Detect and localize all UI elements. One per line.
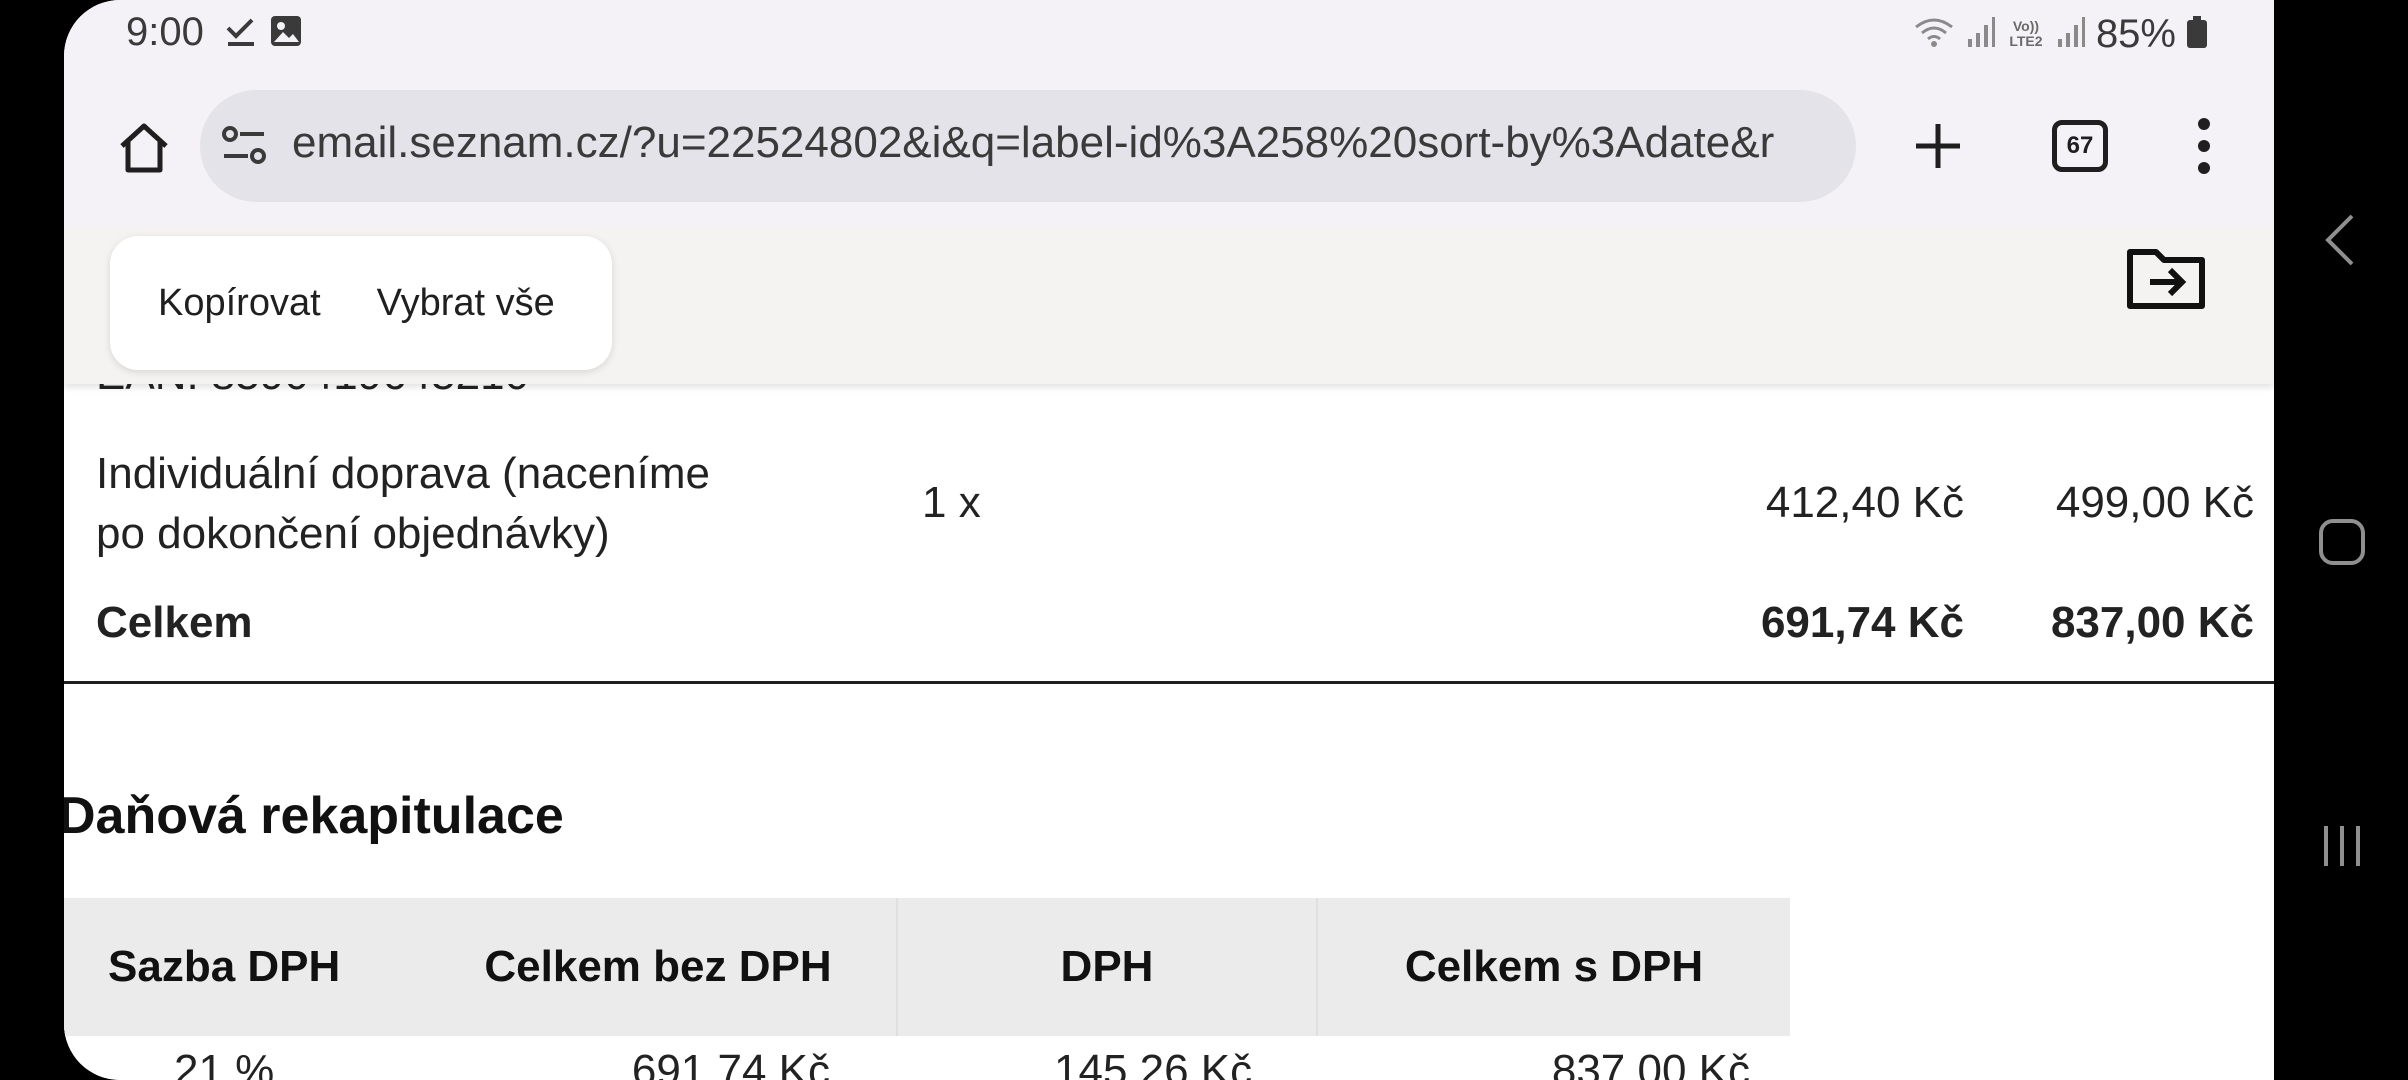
tax-summary-table: Sazba DPH Celkem bez DPH DPH Celkem s DP… — [64, 898, 1790, 1080]
home-icon — [120, 123, 168, 173]
wifi-icon — [1912, 15, 1956, 54]
image-icon — [269, 14, 303, 53]
table-row: 21 % 691,74 Kč 145,26 Kč 837,00 Kč — [64, 1036, 1790, 1080]
check-icon — [224, 14, 258, 53]
url-text[interactable]: email.seznam.cz/?u=22524802&i&q=label-id… — [292, 118, 1836, 168]
cell-vat-rate: 21 % — [174, 1046, 275, 1080]
item-name-line: Individuální doprava (naceníme — [96, 449, 710, 498]
item-name: Individuální doprava (naceníme po dokonč… — [96, 444, 710, 564]
select-all-button[interactable]: Vybrat vše — [349, 282, 583, 325]
nav-recent-apps-button[interactable] — [2318, 822, 2366, 875]
address-bar[interactable]: email.seznam.cz/?u=22524802&i&q=label-id… — [200, 90, 1856, 202]
tax-summary-heading: Daňová rekapitulace — [64, 787, 564, 845]
cell-total-with-vat: 837,00 Kč — [1551, 1046, 1750, 1080]
plus-icon — [1916, 124, 1960, 168]
more-vert-dot — [2198, 162, 2210, 174]
battery-percentage: 85% — [2095, 11, 2176, 56]
cell-total-without-vat: 691,74 Kč — [631, 1046, 830, 1080]
move-to-folder-button[interactable] — [2116, 238, 2216, 318]
signal-icon — [2056, 15, 2086, 54]
text-selection-menu: Kopírovat Vybrat vše — [110, 236, 612, 370]
more-menu-button[interactable] — [2174, 108, 2234, 184]
tab-switcher-button[interactable]: 67 — [2042, 108, 2118, 184]
status-bar: 9:00 Vo)) LTE2 85% — [64, 0, 2274, 70]
item-name-line: po dokončení objednávky) — [96, 509, 610, 558]
item-price-net: 412,40 Kč — [1765, 478, 1964, 527]
folder-move-icon — [2127, 249, 2205, 309]
status-icons: Vo)) LTE2 85% — [1912, 12, 2208, 56]
new-tab-button[interactable] — [1902, 110, 1974, 182]
web-page: Kopírovat Vybrat vše EAN: 8590419645210 … — [64, 226, 2274, 1080]
more-vert-icon — [2198, 118, 2210, 130]
recent-apps-icon — [2324, 826, 2360, 866]
total-gross: 837,00 Kč — [2050, 598, 2254, 647]
status-time: 9:00 — [126, 10, 204, 54]
battery-icon — [2186, 15, 2208, 54]
volte-lte2-icon: Vo)) LTE2 — [2009, 18, 2043, 49]
item-price-gross: 499,00 Kč — [2055, 478, 2254, 527]
more-vert-dot — [2198, 140, 2210, 152]
total-net: 691,74 Kč — [1760, 598, 1964, 647]
column-header-total-with-vat: Celkem s DPH — [1404, 942, 1704, 991]
browser-toolbar: email.seznam.cz/?u=22524802&i&q=label-id… — [64, 70, 2274, 226]
column-header-vat-rate: Sazba DPH — [108, 942, 341, 991]
item-quantity: 1 x — [922, 478, 981, 527]
column-header-vat: DPH — [898, 898, 1318, 1036]
divider — [64, 681, 2274, 684]
total-label: Celkem — [96, 598, 253, 647]
signal-icon — [1966, 15, 1996, 54]
nav-back-button[interactable] — [2320, 212, 2360, 273]
table-header: Sazba DPH Celkem bez DPH DPH Celkem s DP… — [64, 898, 1790, 1036]
column-header-total-without-vat: Celkem bez DPH — [420, 898, 898, 1036]
cell-vat: 145,26 Kč — [1054, 1046, 1253, 1080]
tab-count: 67 — [2052, 120, 2108, 172]
back-chevron-icon — [2325, 214, 2354, 266]
copy-button[interactable]: Kopírovat — [110, 282, 349, 325]
home-square-icon — [2319, 519, 2365, 565]
home-button[interactable] — [102, 106, 186, 190]
site-settings-icon[interactable] — [220, 122, 268, 175]
nav-home-button[interactable] — [2318, 518, 2366, 571]
phone-screen: 9:00 Vo)) LTE2 85% email.seznam.cz/?u=22… — [64, 0, 2274, 1080]
